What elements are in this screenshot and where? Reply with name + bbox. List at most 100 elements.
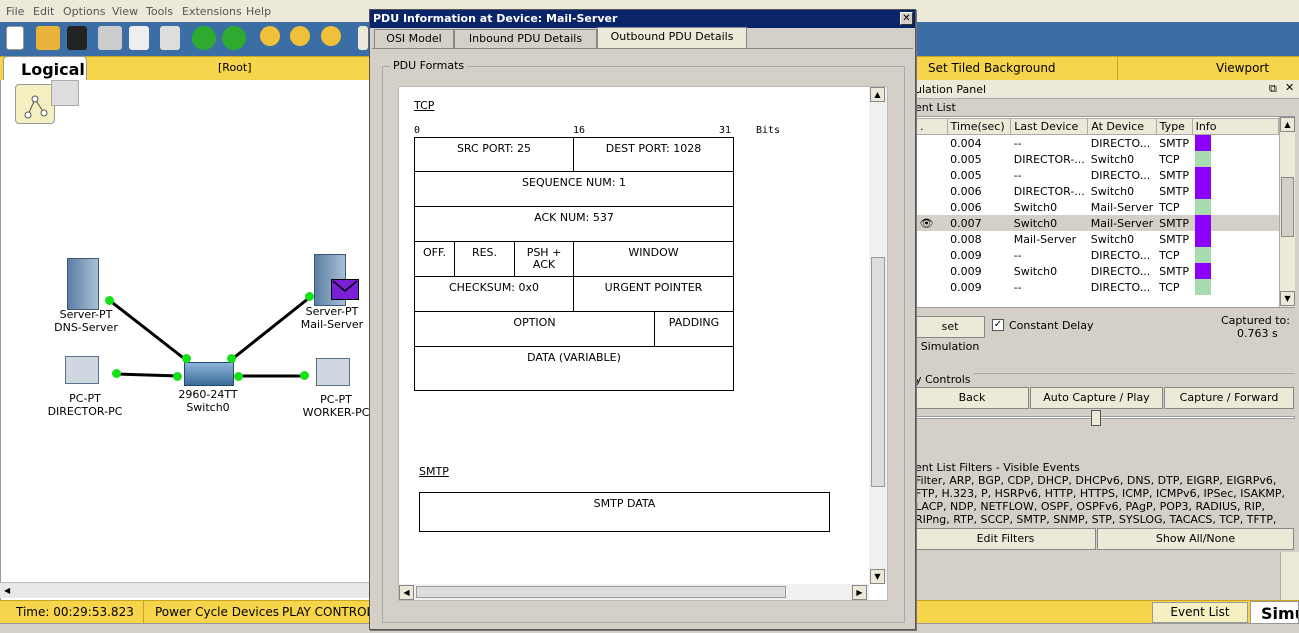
event-cell-time: 0.006	[950, 200, 982, 214]
event-info-color[interactable]	[1192, 279, 1278, 295]
back-button[interactable]: Back	[915, 387, 1029, 409]
col-header-time[interactable]: Time(sec)	[946, 118, 1012, 135]
scroll-thumb[interactable]	[416, 586, 786, 598]
zoom-in-icon[interactable]	[260, 26, 280, 46]
scroll-thumb[interactable]	[871, 257, 885, 487]
event-row[interactable]: 0.004 -- DIRECTO... SMTP	[917, 135, 1279, 151]
event-info-color[interactable]	[1192, 135, 1278, 151]
menu-edit[interactable]: Edit	[33, 5, 54, 18]
event-row[interactable]: 0.006 Switch0 Mail-Server TCP	[917, 199, 1279, 215]
workspace-scrollbar[interactable]: ◀	[0, 582, 370, 598]
power-cycle-devices-button[interactable]: Power Cycle Devices	[155, 605, 279, 619]
event-cell-last: DIRECTOR-...	[1013, 184, 1085, 198]
col-header-info[interactable]: Info	[1191, 118, 1280, 135]
event-info-color[interactable]	[1192, 151, 1278, 167]
show-all-none-button[interactable]: Show All/None	[1097, 528, 1294, 550]
menu-extensions[interactable]: Extensions	[182, 5, 242, 18]
event-row[interactable]: 0.005 DIRECTOR-... Switch0 TCP	[917, 151, 1279, 167]
switch-icon[interactable]	[184, 362, 234, 386]
event-row[interactable]: 0.009 Switch0 DIRECTO... SMTP	[917, 263, 1279, 279]
tcp-window-field: WINDOW	[573, 241, 734, 277]
redo-icon[interactable]	[222, 26, 246, 50]
open-folder-icon[interactable]	[36, 26, 60, 50]
menu-options[interactable]: Options	[63, 5, 105, 18]
event-info-color[interactable]	[1192, 183, 1278, 199]
logical-workspace[interactable]: Server-PT DNS-Server Server-PT Mail-Server…	[0, 80, 370, 600]
event-info-color[interactable]	[1192, 199, 1278, 215]
event-info-color[interactable]	[1192, 231, 1278, 247]
dialog-close-icon[interactable]: ✕	[900, 12, 913, 25]
tab-osi-model[interactable]: OSI Model	[374, 29, 454, 48]
scroll-down-icon[interactable]: ▼	[1280, 291, 1295, 306]
reset-simulation-button[interactable]: set Simulation	[915, 316, 985, 353]
close-icon[interactable]: ✕	[1285, 81, 1294, 94]
undo-icon[interactable]	[192, 26, 216, 50]
dns-server-icon[interactable]	[67, 258, 99, 310]
switch-label: 2960-24TT Switch0	[178, 388, 238, 414]
auto-capture-play-button[interactable]: Auto Capture / Play	[1030, 387, 1163, 409]
col-header-at-device[interactable]: At Device	[1087, 118, 1157, 135]
event-list-tab[interactable]: Event List	[1152, 602, 1248, 623]
menu-help[interactable]: Help	[246, 5, 271, 18]
envelope-pdu-icon[interactable]	[331, 279, 359, 300]
palette-icon[interactable]	[358, 26, 368, 50]
col-header-type[interactable]: Type	[1155, 118, 1193, 135]
canvas-hscrollbar[interactable]: ◀ ▶	[399, 584, 869, 600]
event-row[interactable]: 0.006 DIRECTOR-... Switch0 SMTP	[917, 183, 1279, 199]
link-light	[105, 296, 114, 305]
event-row[interactable]: 0.009 -- DIRECTO... TCP	[917, 279, 1279, 295]
restore-icon[interactable]: ⧉	[1269, 82, 1277, 96]
zoom-reset-icon[interactable]	[290, 26, 310, 46]
tab-outbound-pdu-details[interactable]: Outbound PDU Details	[597, 27, 747, 49]
event-row[interactable]: 👁 0.007 Switch0 Mail-Server SMTP	[916, 215, 1279, 231]
event-cell-type: SMTP	[1159, 136, 1189, 150]
tcp-option-field: OPTION	[414, 311, 655, 347]
event-cell-type: SMTP	[1159, 216, 1189, 230]
event-row[interactable]: 0.008 Mail-Server Switch0 SMTP	[917, 231, 1279, 247]
scroll-left-icon[interactable]: ◀	[4, 586, 10, 595]
link-light	[173, 372, 182, 381]
new-file-icon[interactable]	[6, 26, 24, 50]
col-header-vis[interactable]: .	[916, 118, 948, 135]
event-row[interactable]: 0.009 -- DIRECTO... TCP	[917, 247, 1279, 263]
menu-file[interactable]: File	[6, 5, 24, 18]
root-breadcrumb[interactable]: [Root]	[218, 61, 252, 74]
menu-tools[interactable]: Tools	[146, 5, 173, 18]
scroll-down-icon[interactable]: ▼	[870, 569, 885, 584]
copy-icon[interactable]	[129, 26, 149, 50]
tab-inbound-pdu-details[interactable]: Inbound PDU Details	[454, 29, 597, 48]
worker-pc-label: PC-PT WORKER-PC	[302, 393, 370, 419]
menu-view[interactable]: View	[112, 5, 138, 18]
event-info-color[interactable]	[1192, 247, 1278, 263]
canvas-vscrollbar[interactable]: ▲ ▼	[869, 87, 887, 584]
event-cell-at: Switch0	[1090, 152, 1135, 166]
scroll-up-icon[interactable]: ▲	[1280, 117, 1295, 132]
worker-pc-icon[interactable]	[316, 358, 350, 386]
col-header-last-device[interactable]: Last Device	[1010, 118, 1089, 135]
set-tiled-background-button[interactable]: Set Tiled Background	[928, 61, 1056, 75]
event-row[interactable]: 0.005 -- DIRECTO... SMTP	[917, 167, 1279, 183]
event-info-color[interactable]	[1192, 215, 1278, 231]
edit-filters-button[interactable]: Edit Filters	[915, 528, 1096, 550]
director-pc-icon[interactable]	[65, 356, 99, 384]
dns-server-label: Server-PT DNS-Server	[54, 308, 118, 334]
speed-slider-track[interactable]	[915, 416, 1295, 419]
tcp-section-label: TCP	[414, 99, 435, 112]
scroll-left-icon[interactable]: ◀	[399, 585, 414, 600]
event-list-scrollbar[interactable]: ▲ ▼	[1279, 117, 1295, 307]
constant-delay-checkbox[interactable]: ✓	[992, 319, 1004, 331]
speed-slider-thumb[interactable]	[1091, 410, 1101, 426]
print-icon[interactable]	[98, 26, 122, 50]
paste-icon[interactable]	[160, 26, 180, 50]
simulation-mode-tab[interactable]: Simu	[1250, 601, 1299, 624]
viewport-button[interactable]: Viewport	[1216, 61, 1269, 75]
zoom-out-icon[interactable]	[321, 26, 341, 46]
event-info-color[interactable]	[1192, 263, 1278, 279]
sim-panel-scrollbar[interactable]	[1280, 552, 1299, 600]
event-info-color[interactable]	[1192, 167, 1278, 183]
save-icon[interactable]	[67, 26, 87, 50]
scroll-right-icon[interactable]: ▶	[852, 585, 867, 600]
scroll-up-icon[interactable]: ▲	[870, 87, 885, 102]
scroll-thumb[interactable]	[1281, 177, 1294, 237]
capture-forward-button[interactable]: Capture / Forward	[1164, 387, 1294, 409]
